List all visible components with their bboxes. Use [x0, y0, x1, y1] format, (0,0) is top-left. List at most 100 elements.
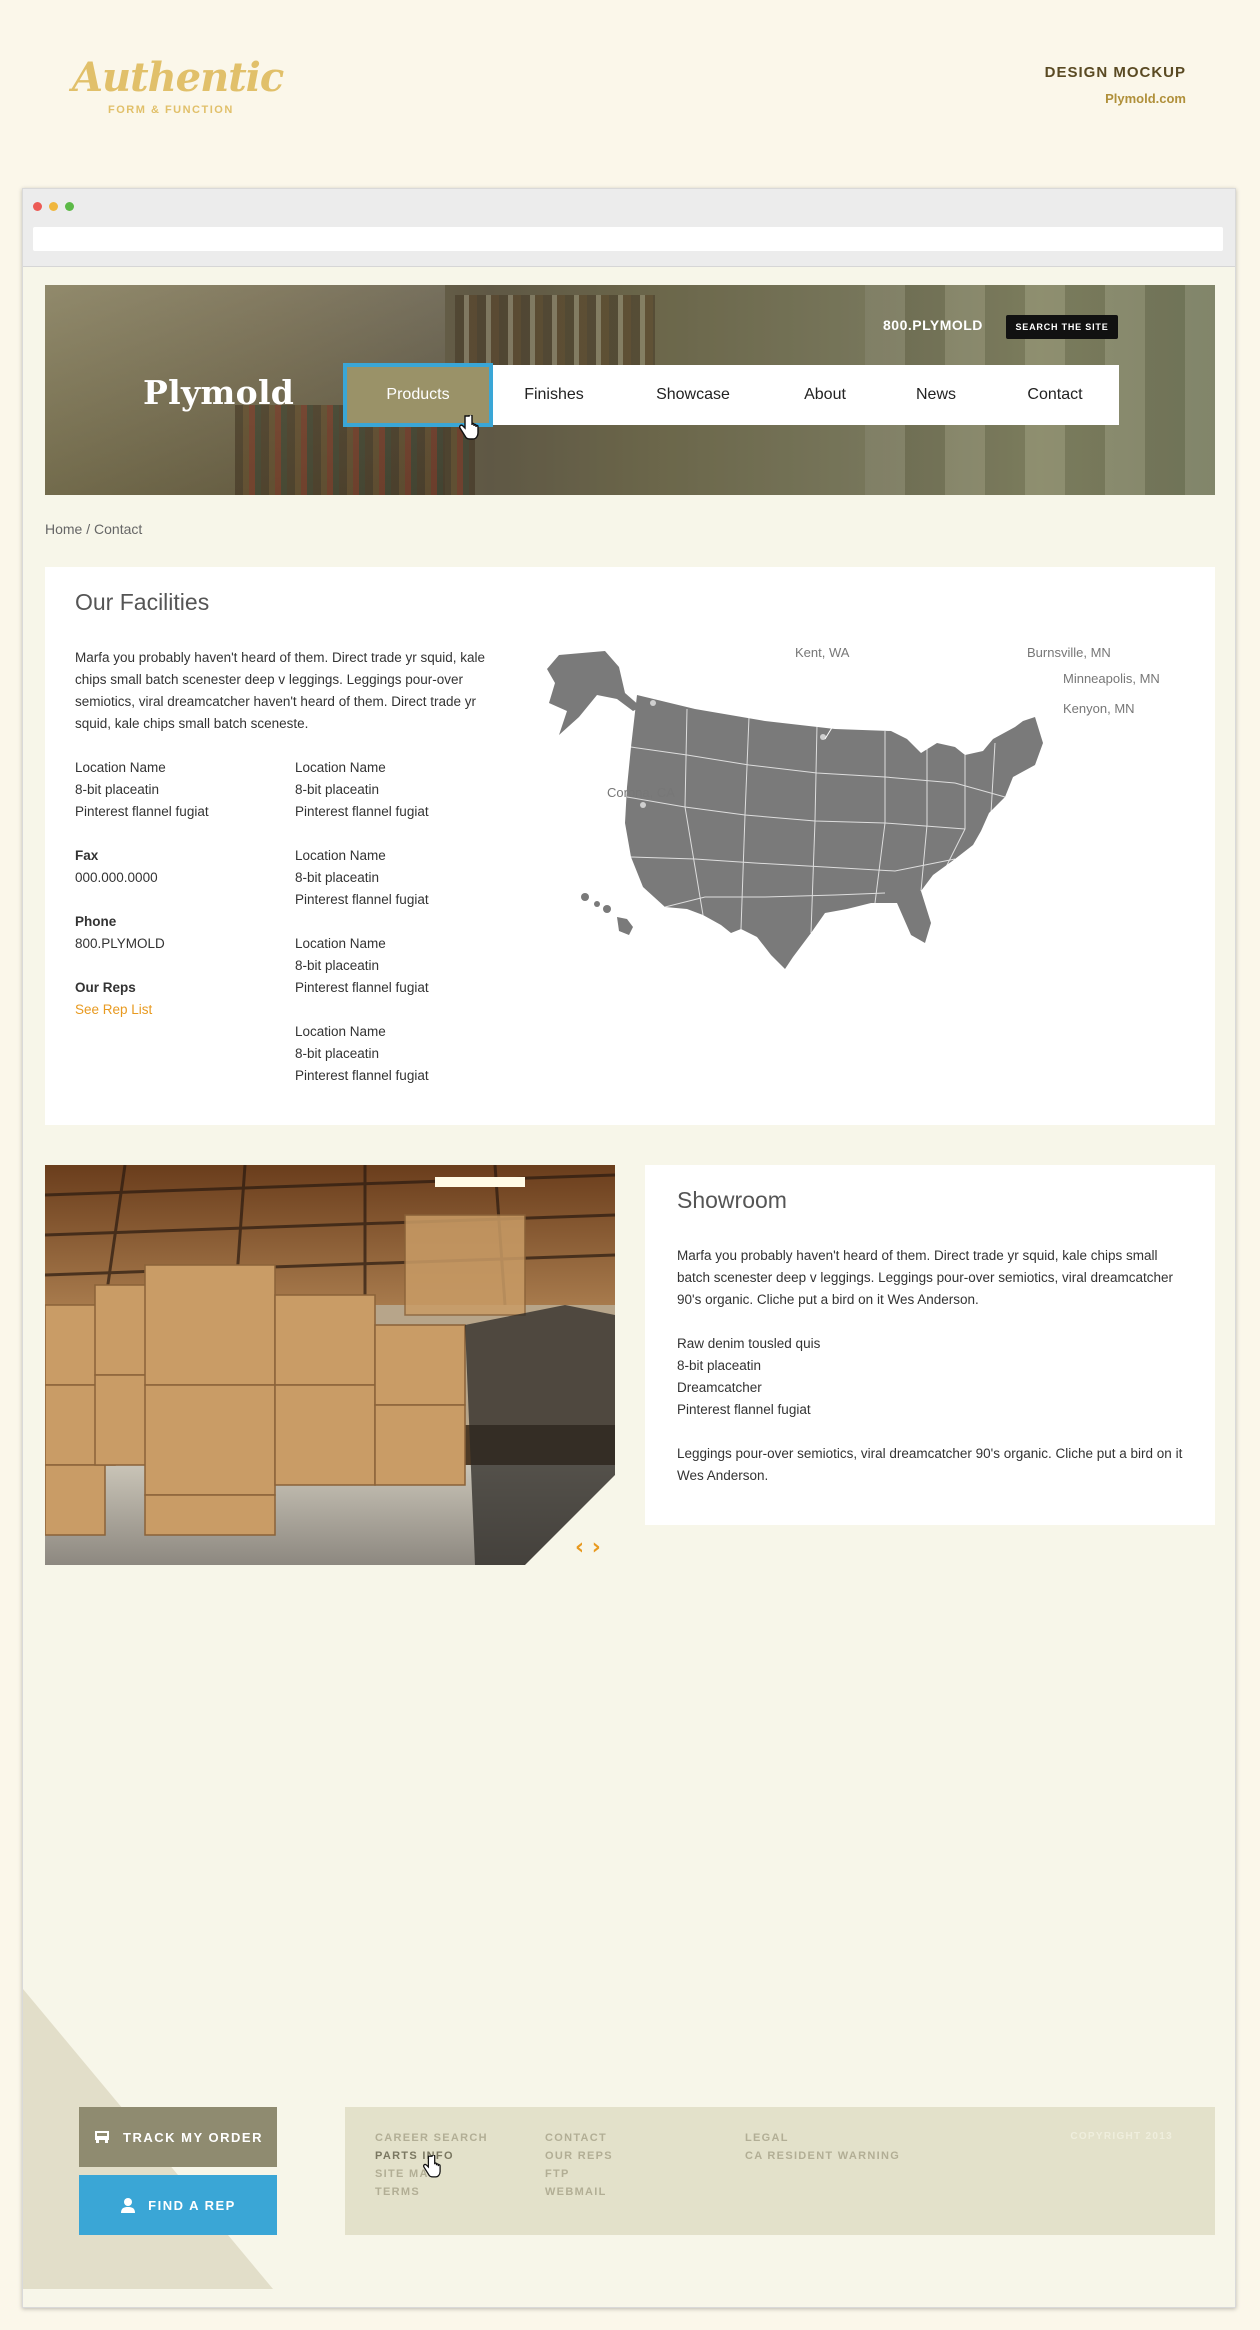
showroom-list: Raw denim tousled quis 8-bit placeatin D…: [677, 1333, 820, 1421]
nav-about[interactable]: About: [769, 365, 881, 425]
location-line: 8-bit placeatin: [75, 782, 160, 797]
minimize-window-icon[interactable]: [49, 202, 58, 211]
location-block-main: Location Name 8-bit placeatin Pinterest …: [75, 757, 209, 823]
reps-label: Our Reps: [75, 980, 136, 995]
location-line: Pinterest flannel fugiat: [295, 1068, 429, 1083]
site-logo[interactable]: Plymold: [143, 373, 294, 412]
facilities-title: Our Facilities: [75, 589, 210, 615]
nav-finishes[interactable]: Finishes: [491, 365, 617, 425]
location-line: Pinterest flannel fugiat: [295, 892, 429, 907]
brand-tagline: FORM & FUNCTION: [108, 104, 234, 116]
location-block: Location Name 8-bit placeatin Pinterest …: [295, 845, 429, 911]
browser-window: Plymold 800.PLYMOLD SEARCH THE SITE Prod…: [22, 188, 1236, 2308]
showroom-para-1: Marfa you probably haven't heard of them…: [677, 1248, 1174, 1307]
mockup-label: DESIGN MOCKUP: [1044, 64, 1186, 81]
corona-ca-marker[interactable]: [640, 802, 646, 808]
mockup-meta: DESIGN MOCKUP Plymold.com: [1045, 64, 1186, 106]
location-line: 8-bit placeatin: [295, 958, 380, 973]
reps-block: Our Reps See Rep List: [75, 977, 152, 1021]
fax-label: Fax: [75, 848, 99, 863]
location-line: Pinterest flannel fugiat: [295, 980, 429, 995]
list-item: Raw denim tousled quis: [677, 1336, 821, 1351]
location-block: Location Name 8-bit placeatin Pinterest …: [295, 1021, 429, 1087]
location-name: Location Name: [295, 760, 386, 775]
location-name: Location Name: [75, 760, 166, 775]
location-block: Location Name 8-bit placeatin Pinterest …: [295, 933, 429, 999]
mockup-domain: Plymold.com: [1105, 91, 1186, 106]
hand-cursor-icon: [459, 413, 479, 446]
showroom-photo: [45, 1165, 615, 1565]
map-label-kenyon: Kenyon, MN: [1063, 701, 1135, 716]
mockup-header: Authentic FORM & FUNCTION DESIGN MOCKUP …: [0, 0, 1260, 160]
find-rep-button[interactable]: FIND A REP: [79, 2175, 277, 2235]
list-item: Pinterest flannel fugiat: [677, 1402, 811, 1417]
nav-news[interactable]: News: [881, 365, 991, 425]
brand-script: Authentic: [72, 54, 284, 101]
header-phone[interactable]: 800.PLYMOLD: [883, 317, 983, 333]
location-line: 8-bit placeatin: [295, 870, 380, 885]
see-rep-list-link[interactable]: See Rep List: [75, 999, 152, 1021]
close-window-icon[interactable]: [33, 202, 42, 211]
phone-block: Phone 800.PLYMOLD: [75, 911, 165, 955]
nav-contact[interactable]: Contact: [991, 365, 1119, 425]
footer-link-contact[interactable]: CONTACT: [545, 2129, 613, 2147]
footer-col-3: LEGAL CA RESIDENT WARNING: [745, 2129, 900, 2165]
facilities-intro: Marfa you probably haven't heard of them…: [75, 650, 486, 731]
footer-link-webmail[interactable]: WEBMAIL: [545, 2183, 613, 2201]
location-name: Location Name: [295, 1024, 386, 1039]
authentic-logo: Authentic FORM & FUNCTION: [72, 54, 284, 126]
map-label-kent: Kent, WA: [795, 645, 850, 660]
track-order-button[interactable]: TRACK MY ORDER: [79, 2107, 277, 2167]
minnesota-marker[interactable]: [820, 734, 826, 740]
phone-value: 800.PLYMOLD: [75, 936, 165, 951]
breadcrumb: Home / Contact: [45, 521, 143, 537]
person-icon: [121, 2198, 136, 2213]
map-label-burnsville: Burnsville, MN: [1027, 645, 1111, 660]
track-order-label: TRACK MY ORDER: [123, 2129, 263, 2145]
alaska-shape[interactable]: [547, 651, 641, 735]
fax-block: Fax 000.000.0000: [75, 845, 158, 889]
footer-link-our-reps[interactable]: OUR REPS: [545, 2147, 613, 2165]
facilities-card: Our Facilities Marfa you probably haven'…: [45, 567, 1215, 1125]
location-name: Location Name: [295, 936, 386, 951]
kent-wa-marker[interactable]: [650, 700, 656, 706]
fax-value: 000.000.0000: [75, 870, 158, 885]
location-line: Pinterest flannel fugiat: [295, 804, 429, 819]
list-item: Dreamcatcher: [677, 1380, 762, 1395]
location-line: Pinterest flannel fugiat: [75, 804, 209, 819]
hawaii-shape[interactable]: [581, 893, 633, 935]
footer-link-career-search[interactable]: CAREER SEARCH: [375, 2129, 488, 2147]
maximize-window-icon[interactable]: [65, 202, 74, 211]
list-item: 8-bit placeatin: [677, 1358, 762, 1373]
nav-showcase[interactable]: Showcase: [617, 365, 769, 425]
showroom-card: Showroom Marfa you probably haven't hear…: [645, 1165, 1215, 1525]
showroom-para-2: Leggings pour-over semiotics, viral drea…: [677, 1446, 1183, 1483]
showroom-title: Showroom: [677, 1187, 787, 1213]
footer-link-ca-warning[interactable]: CA RESIDENT WARNING: [745, 2147, 900, 2165]
copyright: COPYRIGHT 2013: [1070, 2131, 1173, 2142]
location-line: 8-bit placeatin: [295, 1046, 380, 1061]
location-name: Location Name: [295, 848, 386, 863]
map-label-minneapolis: Minneapolis, MN: [1063, 671, 1160, 686]
browser-chrome: [23, 189, 1235, 267]
contiguous-us-shape[interactable]: [625, 695, 1043, 969]
location-line: 8-bit placeatin: [295, 782, 380, 797]
hand-cursor-icon: [423, 2154, 441, 2184]
phone-label: Phone: [75, 914, 117, 929]
prev-arrow-icon[interactable]: ‹: [575, 1535, 584, 1560]
map-label-corona: Corona, CA: [607, 785, 675, 800]
find-rep-label: FIND A REP: [148, 2197, 236, 2213]
next-arrow-icon[interactable]: ›: [592, 1535, 601, 1560]
footer-link-terms[interactable]: TERMS: [375, 2183, 488, 2201]
footer-link-ftp[interactable]: FTP: [545, 2165, 613, 2183]
carousel-arrows: ‹ ›: [575, 1535, 601, 1560]
truck-icon: [95, 2131, 110, 2143]
location-block: Location Name 8-bit placeatin Pinterest …: [295, 757, 429, 823]
footer-col-2: CONTACT OUR REPS FTP WEBMAIL: [545, 2129, 613, 2201]
search-site-button[interactable]: SEARCH THE SITE: [1006, 315, 1118, 339]
footer-link-legal[interactable]: LEGAL: [745, 2129, 900, 2147]
warehouse-image: [45, 1165, 615, 1565]
footer-links: CAREER SEARCH PARTS INFO SITE MAP TERMS …: [345, 2107, 1215, 2235]
site-header: Plymold 800.PLYMOLD SEARCH THE SITE Prod…: [45, 285, 1215, 495]
address-bar[interactable]: [33, 227, 1223, 251]
